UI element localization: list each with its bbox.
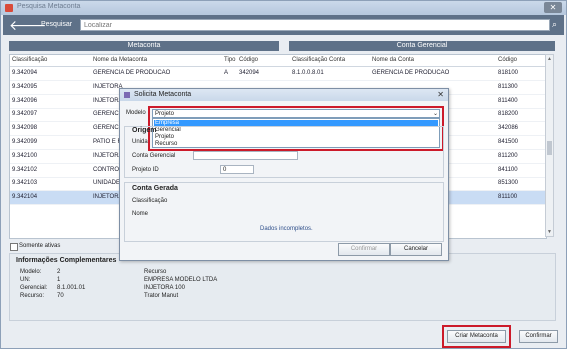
window-title: Pesquisa Metaconta [17,3,81,10]
table-cell: 9.342096 [12,97,38,104]
table-cell: 9.342100 [12,152,38,159]
col-classificacao-conta[interactable]: Classificação Conta [292,57,345,63]
table-cell: GERENCIA DE PRODUCAO [372,70,450,76]
dialog-title-bar: Solicita Metaconta ✕ [120,89,448,101]
info-value: 8.1.001.01 [57,285,86,291]
table-cell: 9.342102 [12,166,38,173]
table-cell: 811400 [498,97,518,104]
section-metaconta: Metaconta [9,41,279,51]
table-cell: 841500 [498,139,519,145]
search-label: Pesquisar [41,21,73,28]
origem-title: Origem [132,127,157,134]
table-cell: 342086 [498,125,519,132]
table-cell: 9.342099 [12,139,38,145]
table-cell: 9.342094 [12,70,38,76]
col-nome-conta[interactable]: Nome da Conta [372,57,414,63]
somente-ativas-label: Somente ativas [19,243,61,249]
dialog-confirmar-button[interactable]: Confirmar [338,243,390,256]
scroll-up-icon[interactable]: ▲ [547,56,552,62]
table-cell: 818200 [498,111,519,118]
unidade-label: Unida [132,139,148,145]
table-cell: 9.342098 [12,125,38,132]
nome-label: Nome [132,211,149,217]
info-desc: EMPRESA MODELO LTDA [144,277,218,283]
projeto-id-field[interactable]: 0 [220,165,254,174]
checkbox-box[interactable] [10,243,18,251]
title-bar: Pesquisa Metaconta ✕ [1,1,566,15]
search-toolbar: 🡐 Pesquisar ⌕ [3,15,564,35]
section-conta-gerencial: Conta Gerencial [289,41,555,51]
confirmar-button[interactable]: Confirmar [519,330,558,343]
app-icon [5,4,13,12]
info-key: Recurso: [20,293,45,299]
scroll-thumb[interactable] [547,141,552,155]
status-message: Dados incompletos. [260,226,313,232]
close-button[interactable]: ✕ [544,2,562,13]
projeto-id-label: Projeto ID [132,167,159,173]
search-icon[interactable]: ⌕ [552,19,557,30]
modelo-label: Modelo [126,110,146,116]
table-cell: A [224,70,229,76]
info-value: 70 [57,293,64,299]
solicita-metaconta-dialog: Solicita Metaconta ✕ Modelo Projeto ⌄ Em… [119,88,449,261]
info-value: 2 [57,269,61,275]
classificacao-label: Classificação [132,198,168,204]
back-arrow-icon[interactable]: 🡐 [9,18,47,32]
col-classificacao[interactable]: Classificação [12,57,47,63]
table-cell: 8.1.0.0.8.01 [292,70,324,76]
table-cell: 9.342095 [12,83,38,90]
modelo-select[interactable]: Projeto ⌄ [152,109,440,118]
table-cell: 342094 [239,70,260,76]
info-desc: Recurso [144,269,167,275]
dialog-cancelar-button[interactable]: Cancelar [390,243,442,256]
scroll-down-icon[interactable]: ▼ [547,229,552,235]
table-header: Classificação Nome da Metaconta Tipo Cód… [10,55,546,67]
conta-gerada-title: Conta Gerada [132,185,178,192]
table-cell: 818100 [498,70,519,76]
table-cell: 9.342097 [12,111,38,118]
info-key: UN: [20,277,31,283]
table-cell: 811100 [498,194,518,201]
dialog-title: Solicita Metaconta [134,91,192,98]
info-desc: Trator Manut [144,293,179,299]
table-cell: 811200 [498,152,518,159]
info-key: Gerencial: [20,285,48,291]
table-cell: GERENCIA DE PRODUCAO [93,70,171,76]
main-window: Pesquisa Metaconta ✕ 🡐 Pesquisar ⌕ Metac… [0,0,567,349]
col-codigo[interactable]: Código [239,57,258,63]
conta-gerencial-field[interactable] [193,151,298,160]
info-value: 1 [57,277,61,283]
modelo-value: Projeto [155,111,175,117]
col-codigo-conta[interactable]: Código [498,57,517,63]
info-key: Modelo: [20,269,42,275]
search-input[interactable] [80,19,550,31]
col-nome-metaconta[interactable]: Nome da Metaconta [93,57,147,63]
table-cell: 841100 [498,166,518,173]
conta-gerencial-label: Conta Gerencial [132,153,176,159]
dialog-close-icon[interactable]: ✕ [437,90,444,99]
info-panel: Informações Complementares Modelo: 2 Recur… [9,253,556,321]
criar-metaconta-button[interactable]: Criar Metaconta [447,330,506,343]
table-cell: 9.342104 [12,194,38,201]
dialog-app-icon [124,92,130,98]
col-tipo[interactable]: Tipo [224,57,235,63]
info-desc: INJETORA 100 [144,285,185,291]
info-title: Informações Complementares [16,257,117,264]
table-cell: PATIO E R [93,139,122,145]
table-cell: 851300 [498,180,519,187]
table-cell: 9.342103 [12,180,38,187]
table-row[interactable]: 9.342094 GERENCIA DE PRODUCAO A 342094 8.1.0… [10,67,546,81]
table-cell: 811300 [498,83,518,90]
table-scrollbar[interactable]: ▲ ▼ [545,54,554,237]
